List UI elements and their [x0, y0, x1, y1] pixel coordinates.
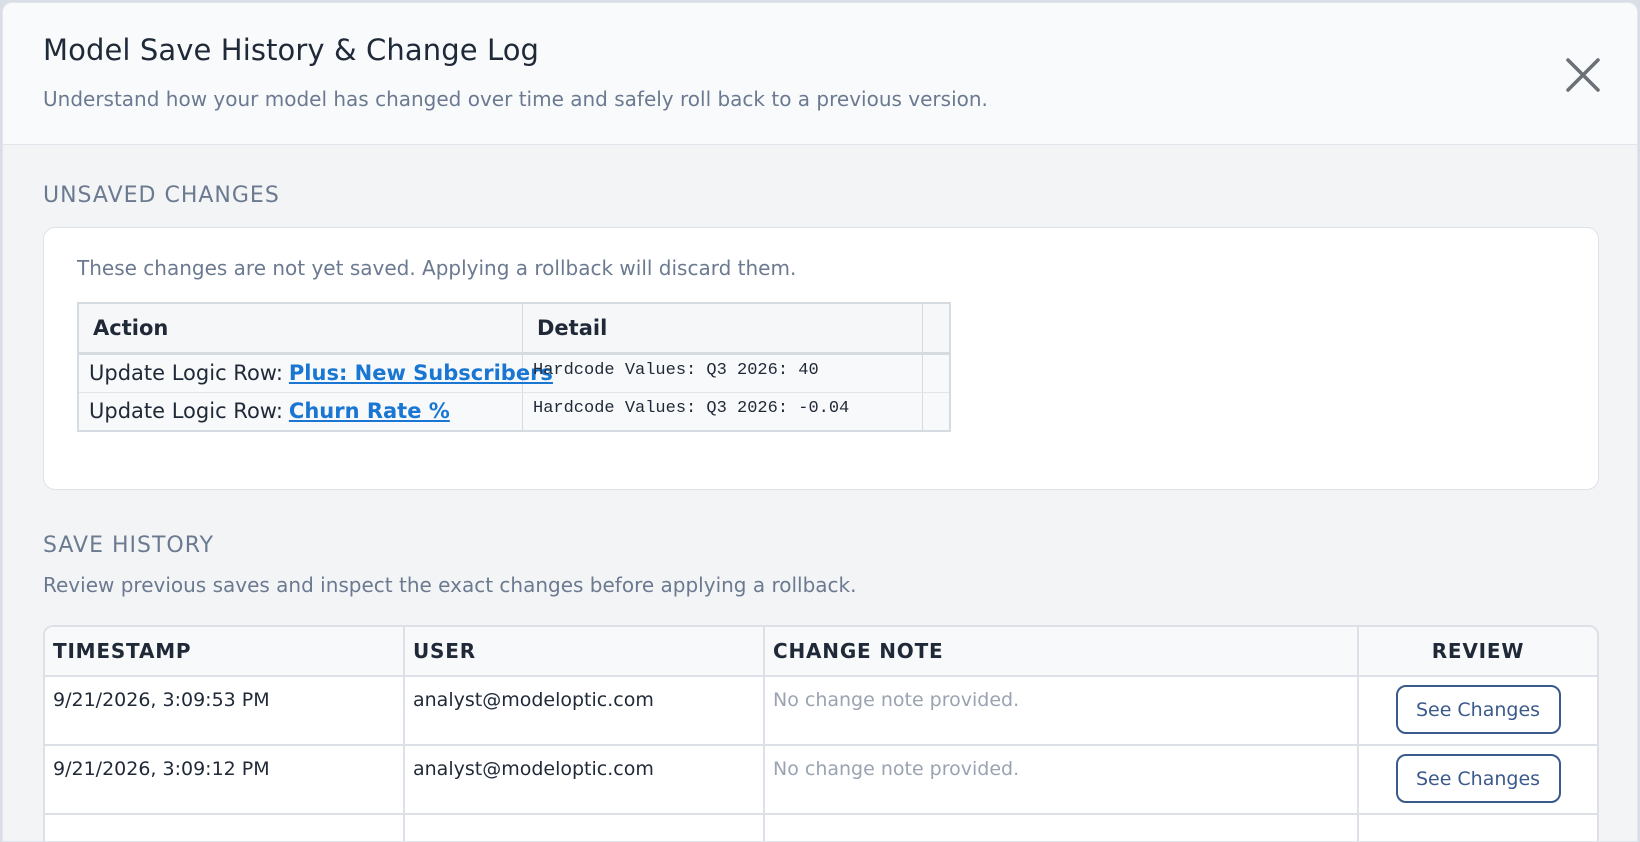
spacer-cell [923, 355, 949, 392]
table-row: 9/21/2026, 3:09:53 PM analyst@modeloptic… [45, 677, 1597, 746]
review-cell: See Changes [1359, 677, 1597, 744]
table-row: Update Logic Row: Plus: New Subscribers H… [79, 355, 949, 393]
save-history-table: TIMESTAMP USER CHANGE NOTE REVIEW 9/21/2… [43, 625, 1599, 841]
column-header-action: Action [79, 304, 523, 352]
unsaved-changes-table: Action Detail Update Logic Row: Plus: New… [77, 302, 951, 432]
modal-header: Model Save History & Change Log Understa… [3, 3, 1637, 145]
action-prefix: Update Logic Row: [89, 361, 283, 385]
review-cell [1359, 815, 1597, 841]
column-header-spacer [923, 304, 949, 352]
column-header-detail: Detail [523, 304, 923, 352]
changes-table-header: Action Detail [79, 304, 949, 355]
detail-cell: Hardcode Values: Q3 2026: 40 [523, 355, 923, 392]
save-history-heading: SAVE HISTORY [43, 533, 215, 558]
logic-row-link[interactable]: Churn Rate % [289, 399, 450, 423]
save-history-subtitle: Review previous saves and inspect the ex… [43, 573, 857, 597]
column-header-user: USER [405, 627, 765, 675]
table-row: Update Logic Row: Churn Rate % Hardcode V… [79, 393, 949, 430]
close-icon[interactable] [1563, 55, 1603, 95]
unsaved-changes-note: These changes are not yet saved. Applyin… [77, 256, 797, 280]
detail-cell: Hardcode Values: Q3 2026: -0.04 [523, 393, 923, 430]
modal-title: Model Save History & Change Log [43, 33, 540, 67]
modal-subtitle: Understand how your model has changed ov… [43, 87, 988, 111]
save-history-modal: Model Save History & Change Log Understa… [2, 2, 1638, 842]
change-note-cell [765, 815, 1359, 841]
user-cell [405, 815, 765, 841]
see-changes-button[interactable]: See Changes [1395, 685, 1561, 734]
unsaved-changes-heading: UNSAVED CHANGES [43, 183, 280, 208]
table-row: 9/21/2026, 3:09:12 PM analyst@modeloptic… [45, 746, 1597, 815]
review-cell: See Changes [1359, 746, 1597, 813]
timestamp-cell [45, 815, 405, 841]
unsaved-changes-card: These changes are not yet saved. Applyin… [43, 227, 1599, 490]
change-note-cell: No change note provided. [765, 677, 1359, 744]
logic-row-link[interactable]: Plus: New Subscribers [289, 361, 553, 385]
see-changes-button[interactable]: See Changes [1395, 754, 1561, 803]
user-cell: analyst@modeloptic.com [405, 746, 765, 813]
column-header-review: REVIEW [1431, 639, 1525, 663]
spacer-cell [923, 393, 949, 430]
timestamp-cell: 9/21/2026, 3:09:53 PM [45, 677, 405, 744]
action-prefix: Update Logic Row: [89, 399, 283, 423]
column-header-timestamp: TIMESTAMP [45, 627, 405, 675]
change-note-cell: No change note provided. [765, 746, 1359, 813]
column-header-change-note: CHANGE NOTE [765, 627, 1359, 675]
table-row [45, 815, 1597, 841]
action-cell: Update Logic Row: Churn Rate % [79, 393, 523, 430]
timestamp-cell: 9/21/2026, 3:09:12 PM [45, 746, 405, 813]
user-cell: analyst@modeloptic.com [405, 677, 765, 744]
action-cell: Update Logic Row: Plus: New Subscribers [79, 355, 553, 392]
history-table-header: TIMESTAMP USER CHANGE NOTE REVIEW [45, 627, 1597, 677]
